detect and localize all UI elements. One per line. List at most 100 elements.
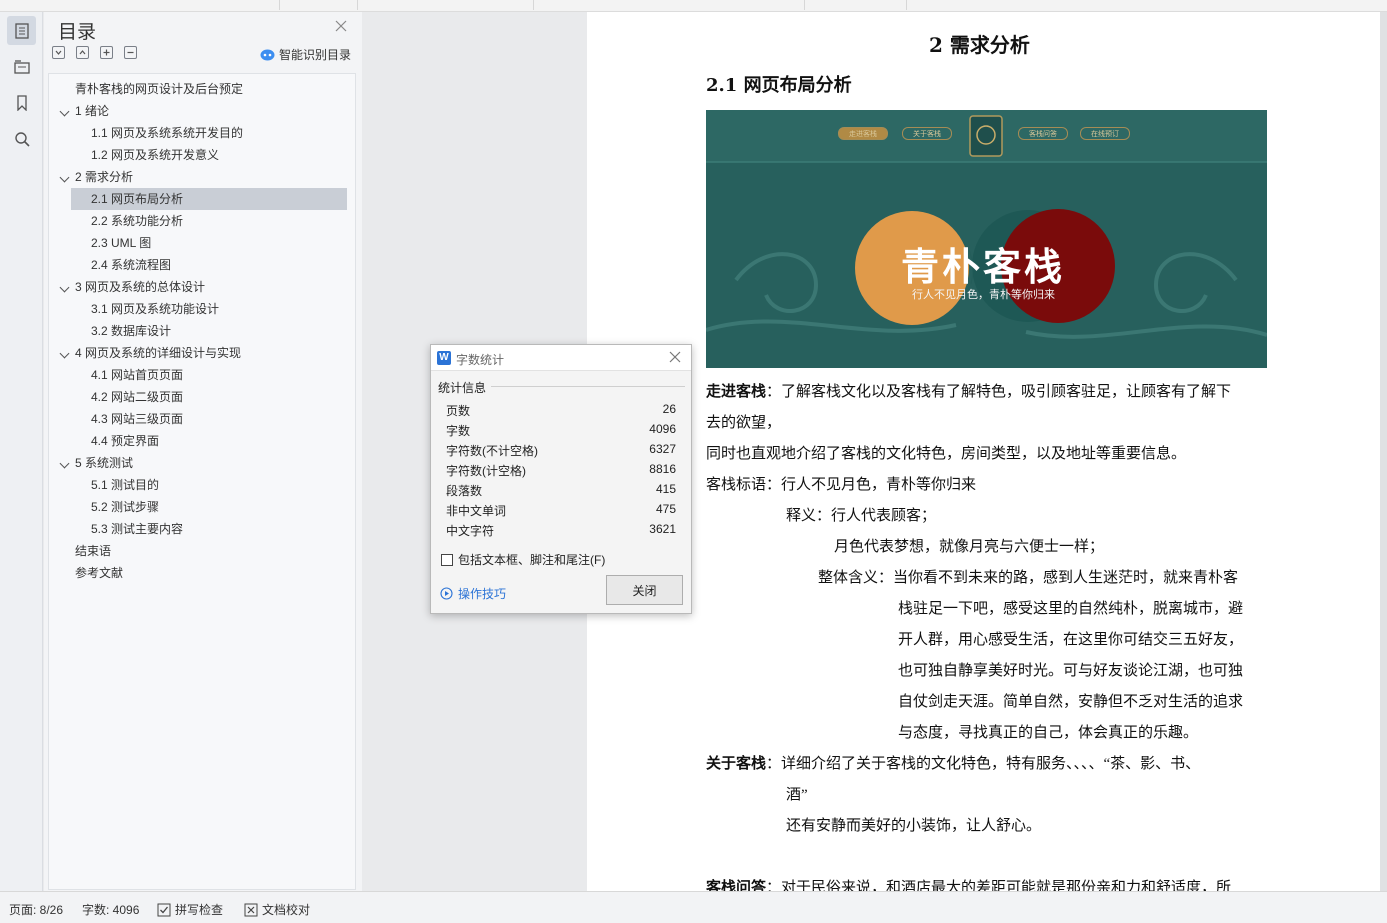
line-text: 整体含义：当你看不到未来的路，感到人生迷茫时，就来青朴客 (818, 570, 1239, 586)
toc-item[interactable]: 2.2 系统功能分析 (49, 210, 349, 232)
toc-item-label: 参考文献 (75, 566, 124, 580)
toc-item[interactable]: 青朴客栈的网页设计及后台预定 (49, 78, 349, 100)
toc-panel-icon[interactable] (7, 16, 36, 45)
close-icon[interactable] (334, 19, 348, 33)
toc-item[interactable]: 3.2 数据库设计 (49, 320, 349, 342)
toc-item-label: 3.2 数据库设计 (91, 324, 172, 338)
toc-item[interactable]: 3.1 网页及系统功能设计 (49, 298, 349, 320)
stat-row: 非中文单词 475 (446, 502, 676, 519)
chevron-down-icon[interactable] (59, 282, 70, 293)
body-paragraph-line: 酒” (786, 783, 808, 804)
toc-item-label: 4.1 网站首页页面 (91, 368, 184, 382)
toc-item[interactable]: 1.2 网页及系统开发意义 (49, 144, 349, 166)
line-text: ：了解客栈文化以及客栈有了解特色，吸引顾客驻足，让顾客有了解下 (766, 384, 1232, 400)
bold-heading-term: 关于客栈 (706, 756, 767, 772)
line-text: ：详细介绍了关于客栈的文化特色，特有服务、、、、“茶、影、书、 (766, 756, 1201, 772)
page-indicator[interactable]: 页面: 8/26 (9, 901, 63, 918)
toc-item[interactable]: 1.1 网页及系统系统开发目的 (49, 122, 349, 144)
toc-item[interactable]: 4 网页及系统的详细设计与实现 (49, 342, 349, 364)
banner-nav-item: 走进客栈 (838, 127, 888, 140)
toc-item[interactable]: 2.4 系统流程图 (49, 254, 349, 276)
checkbox-label: 包括文本框、脚注和尾注(F) (458, 553, 606, 567)
chevron-down-icon[interactable] (59, 172, 70, 183)
document-proof-label: 文档校对 (262, 903, 311, 917)
smart-toc-button[interactable]: 智能识别目录 (260, 46, 351, 63)
stat-value: 475 (655, 502, 676, 516)
body-paragraph-line: 自仗剑走天涯。简单自然，安静但不乏对生活的追求 (898, 690, 1243, 711)
stat-row: 字数 4096 (446, 422, 676, 439)
toc-toolbar (52, 46, 137, 59)
line-text: 自仗剑走天涯。简单自然，安静但不乏对生活的追求 (898, 694, 1244, 710)
chapter-heading: 2 需求分析 (929, 33, 1030, 57)
toc-item[interactable]: 4.4 预定界面 (49, 430, 349, 452)
toc-item-label: 4.4 预定界面 (91, 434, 160, 448)
toc-item-label: 5.2 测试步骤 (91, 500, 160, 514)
toc-item[interactable]: 4.2 网站二级页面 (49, 386, 349, 408)
banner-title: 青朴客栈 (901, 244, 1066, 289)
toc-item-label: 5.3 测试主要内容 (91, 522, 184, 536)
toc-item-label: 1 绪论 (75, 104, 110, 118)
toc-item[interactable]: 2.3 UML 图 (49, 232, 349, 254)
chevron-down-icon[interactable] (59, 458, 70, 469)
play-circle-icon (440, 587, 453, 600)
document-page: 2 需求分析 2.1 网页布局分析 走进客栈 关于客栈 客栈问答 在线预订 青朴客栈 … (587, 12, 1380, 891)
toc-item-label: 1.2 网页及系统开发意义 (91, 148, 220, 162)
stat-row: 段落数 415 (446, 482, 676, 499)
bookmark-icon[interactable] (7, 88, 36, 117)
toc-item[interactable]: 5.2 测试步骤 (49, 496, 349, 518)
word-count-dialog: W 字数统计 统计信息 页数 26 字数 4096 字符数(不计空格) 6327 字符数(计… (430, 344, 692, 614)
navigation-pane-icon[interactable] (7, 52, 36, 81)
toc-item[interactable]: 结束语 (49, 540, 349, 562)
smart-toc-label: 智能识别目录 (279, 48, 352, 62)
toc-item[interactable]: 4.1 网站首页页面 (49, 364, 349, 386)
close-icon[interactable] (669, 351, 681, 363)
stat-row: 中文字符 3621 (446, 522, 676, 539)
line-text: 月色代表梦想，就像月亮与六便士一样； (834, 539, 1105, 555)
toc-item-label: 结束语 (75, 544, 112, 558)
toc-item[interactable]: 4.3 网站三级页面 (49, 408, 349, 430)
chevron-down-icon[interactable] (59, 348, 70, 359)
banner-nav-item: 客栈问答 (1018, 127, 1068, 140)
toc-panel: 目录 智能识别目录 青朴客栈的网页设计及后台预定 1 绪论 1.1 网页及系统系统开… (44, 12, 362, 891)
stat-label: 非中文单词 (446, 504, 507, 518)
tips-link[interactable]: 操作技巧 (440, 585, 506, 602)
expand-all-icon[interactable] (76, 46, 89, 59)
toc-item-label: 3 网页及系统的总体设计 (75, 280, 206, 294)
vertical-scrollbar[interactable] (1380, 12, 1387, 891)
toc-item[interactable]: 5.1 测试目的 (49, 474, 349, 496)
spell-check-label: 拼写检查 (175, 903, 224, 917)
body-paragraph-line: 也可独自静享美好时光。可与好友谈论江湖，也可独 (898, 659, 1243, 680)
toc-item-label: 4.3 网站三级页面 (91, 412, 184, 426)
checkbox-box[interactable] (441, 553, 453, 566)
line-text: 同时也直观地介绍了客栈的文化特色，房间类型，以及地址等重要信息。 (706, 446, 1187, 462)
collapse-all-icon[interactable] (52, 46, 65, 59)
toc-item[interactable]: 2.1 网页布局分析 (71, 188, 347, 210)
toc-item[interactable]: 1 绪论 (49, 100, 349, 122)
spell-check-toggle[interactable]: 拼写检查 (157, 901, 223, 918)
toc-item[interactable]: 5 系统测试 (49, 452, 349, 474)
add-heading-icon[interactable] (100, 46, 113, 59)
include-textbox-checkbox[interactable]: 包括文本框、脚注和尾注(F) (441, 551, 605, 568)
toc-title: 目录 (58, 22, 97, 43)
side-icon-bar (0, 12, 43, 891)
close-button[interactable]: 关闭 (606, 575, 683, 605)
chevron-down-icon[interactable] (59, 106, 70, 117)
word-count-indicator[interactable]: 字数: 4096 (82, 901, 139, 918)
toc-item[interactable]: 5.3 测试主要内容 (49, 518, 349, 540)
body-paragraph-line: 还有安静而美好的小装饰，让人舒心。 (786, 814, 1041, 835)
stat-value: 8816 (649, 462, 676, 476)
line-text: 还有安静而美好的小装饰，让人舒心。 (786, 818, 1042, 834)
wps-logo-icon: W (437, 351, 451, 365)
line-text: 栈驻足一下吧，感受这里的自然纯朴，脱离城市，避 (898, 601, 1244, 617)
toc-item[interactable]: 3 网页及系统的总体设计 (49, 276, 349, 298)
body-paragraph-line: 走进客栈：了解客栈文化以及客栈有了解特色，吸引顾客驻足，让顾客有了解下 (706, 380, 1231, 401)
toc-item-label: 2.2 系统功能分析 (91, 214, 184, 228)
line-text: 开人群，用心感受生活，在这里你可结交三五好友， (898, 632, 1244, 648)
line-text: 与态度，寻找真正的自己，体会真正的乐趣。 (898, 725, 1199, 741)
toc-item[interactable]: 参考文献 (49, 562, 349, 584)
remove-heading-icon[interactable] (124, 46, 137, 59)
search-icon[interactable] (7, 124, 36, 153)
stat-value: 4096 (649, 422, 676, 436)
toc-item[interactable]: 2 需求分析 (49, 166, 349, 188)
document-proof-button[interactable]: 文档校对 (244, 901, 310, 918)
